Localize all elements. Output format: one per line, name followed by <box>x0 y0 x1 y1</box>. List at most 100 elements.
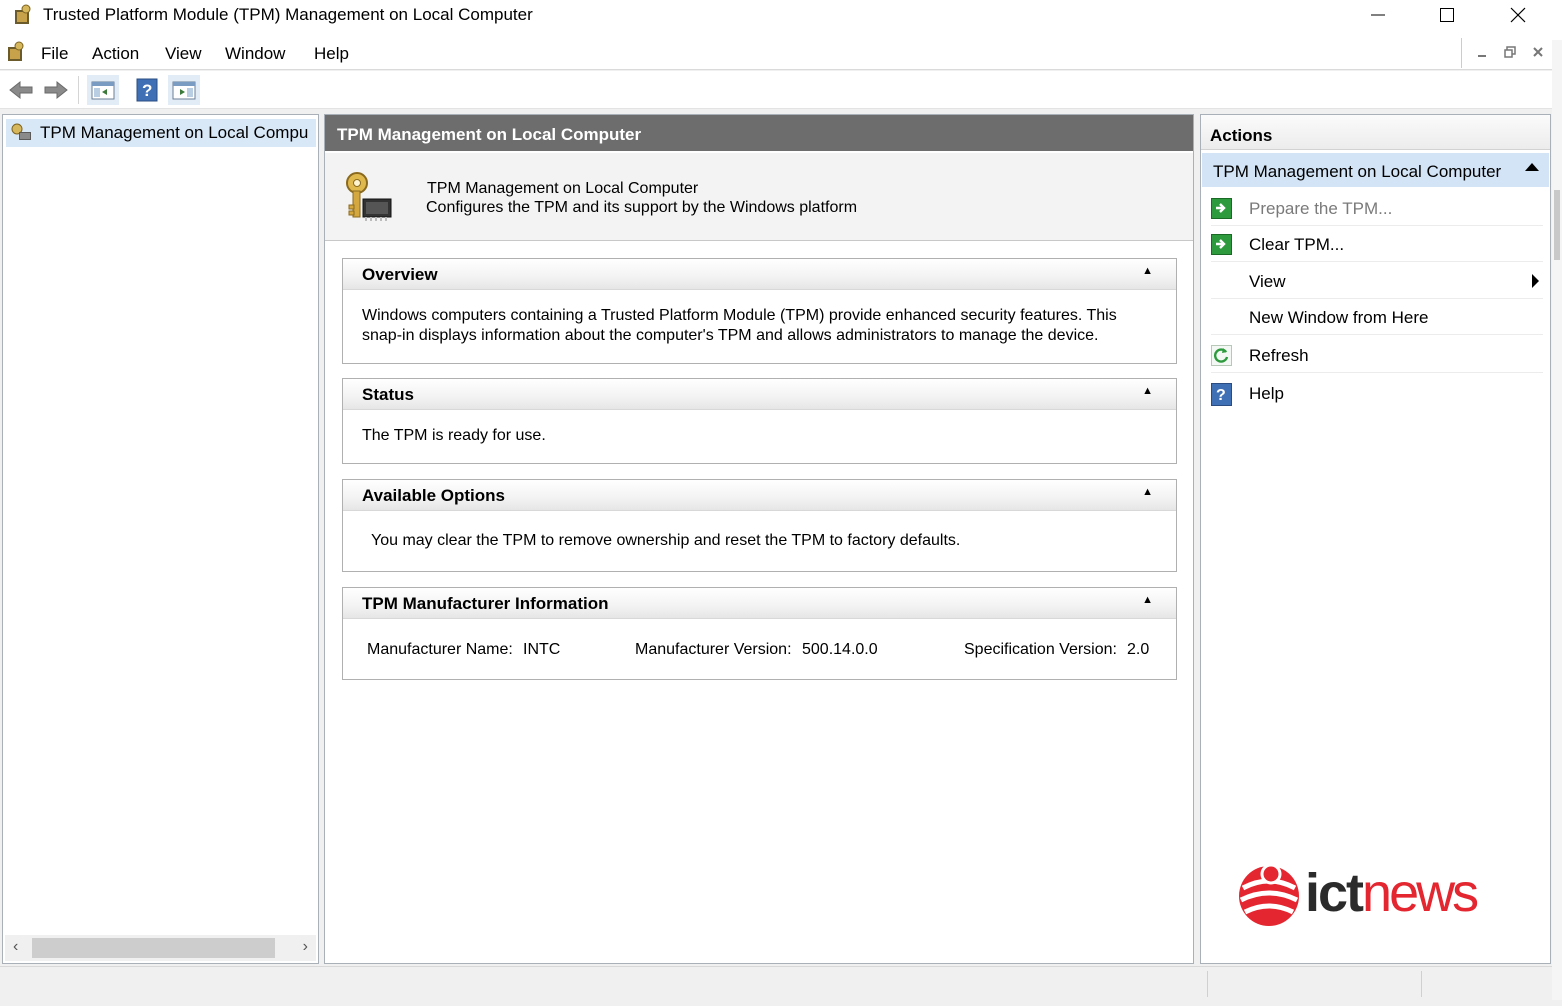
menu-file[interactable]: File <box>41 44 68 64</box>
maximize-button[interactable] <box>1412 0 1482 30</box>
maximize-icon <box>1440 8 1454 22</box>
show-hide-action-pane-icon <box>172 81 196 100</box>
restore-icon <box>1504 46 1516 58</box>
show-hide-tree-button[interactable] <box>87 75 119 105</box>
overview-body: Windows computers containing a Trusted P… <box>343 290 1176 363</box>
action-help[interactable]: ? Help <box>1211 375 1543 411</box>
back-arrow-icon <box>9 80 33 100</box>
intro-title: TPM Management on Local Computer <box>427 180 699 197</box>
overview-title: Overview <box>362 265 438 284</box>
actions-group-label: TPM Management on Local Computer <box>1213 162 1502 181</box>
collapse-icon[interactable]: ▲ <box>1142 385 1153 397</box>
mdi-restore-button[interactable] <box>1496 38 1524 66</box>
specification-version-value: 2.0 <box>1127 641 1150 658</box>
overview-line-1: Windows computers containing a Trusted P… <box>362 307 1117 324</box>
tpm-key-icon <box>15 4 31 24</box>
manufacturer-title: TPM Manufacturer Information <box>362 594 609 613</box>
available-options-section: Available Options ▲ You may clear the TP… <box>342 479 1177 572</box>
manufacturer-name-label: Manufacturer Name: <box>367 641 513 658</box>
collapse-icon[interactable]: ▲ <box>1142 486 1153 498</box>
collapse-icon[interactable]: ▲ <box>1142 594 1153 606</box>
ictnews-wordmark: ictnews <box>1305 862 1479 924</box>
action-new-window[interactable]: New Window from Here <box>1211 299 1543 335</box>
mdi-close-button[interactable] <box>1524 38 1552 66</box>
collapse-icon[interactable]: ▲ <box>1142 265 1153 277</box>
manufacturer-section: TPM Manufacturer Information ▲ Manufactu… <box>342 587 1177 680</box>
overview-header[interactable]: Overview ▲ <box>343 259 1176 290</box>
refresh-icon <box>1211 345 1232 366</box>
tree-item-tpm-management[interactable]: TPM Management on Local Compu <box>6 119 316 147</box>
status-header[interactable]: Status ▲ <box>343 379 1176 410</box>
window-title: Trusted Platform Module (TPM) Management… <box>43 5 533 24</box>
results-pane: TPM Management on Local Computer TPM Man… <box>324 114 1194 964</box>
action-label: Prepare the TPM... <box>1249 199 1393 218</box>
run-action-icon <box>1211 234 1232 255</box>
scrollbar-thumb[interactable] <box>1554 190 1560 260</box>
horizontal-scrollbar[interactable]: ‹ › <box>5 935 316 961</box>
status-title: Status <box>362 385 414 404</box>
snapin-intro: TPM Management on Local Computer Configu… <box>325 153 1193 241</box>
manufacturer-version-value: 500.14.0.0 <box>802 641 878 658</box>
scroll-left-icon[interactable]: ‹ <box>13 938 18 956</box>
intro-description: Configures the TPM and its support by th… <box>426 199 858 216</box>
available-options-body: You may clear the TPM to remove ownershi… <box>343 511 1176 571</box>
toolbar-separator <box>78 76 79 104</box>
submenu-arrow-icon <box>1532 274 1539 288</box>
minimize-button[interactable] <box>1343 0 1413 30</box>
menu-window[interactable]: Window <box>225 44 285 64</box>
scrollbar-thumb[interactable] <box>32 938 275 958</box>
minimize-icon <box>1371 14 1385 16</box>
status-text: The TPM is ready for use. <box>362 427 546 444</box>
mdi-controls <box>1461 38 1552 68</box>
close-icon <box>1533 47 1543 57</box>
ictnews-watermark-logo: ictnews <box>1237 858 1499 930</box>
brand-news: news <box>1362 863 1479 923</box>
manufacturer-header[interactable]: TPM Manufacturer Information ▲ <box>343 588 1176 619</box>
console-icon[interactable] <box>5 41 27 63</box>
console-tree: TPM Management on Local Compu ‹ › <box>2 114 319 964</box>
mdi-minimize-button[interactable] <box>1468 38 1496 66</box>
title-bar: Trusted Platform Module (TPM) Management… <box>0 0 1562 32</box>
collapse-icon[interactable] <box>1525 163 1539 171</box>
run-action-icon <box>1211 198 1232 219</box>
menu-view[interactable]: View <box>165 44 202 64</box>
menu-action[interactable]: Action <box>92 44 139 64</box>
vertical-scrollbar[interactable] <box>1552 40 1562 1000</box>
available-options-text: You may clear the TPM to remove ownershi… <box>371 532 961 549</box>
close-icon <box>1510 7 1526 23</box>
help-button[interactable]: ? <box>131 75 163 105</box>
back-button[interactable] <box>5 75 37 105</box>
help-icon: ? <box>1211 383 1232 406</box>
ictnews-globe-icon <box>1239 863 1299 926</box>
actions-pane: Actions TPM Management on Local Computer… <box>1200 114 1551 964</box>
toolbar: ? <box>0 71 1562 109</box>
menu-bar: File Action View Window Help <box>0 32 1562 70</box>
minimize-icon <box>1478 55 1486 57</box>
action-label: Clear TPM... <box>1249 235 1345 254</box>
action-view[interactable]: View <box>1211 263 1543 299</box>
results-header: TPM Management on Local Computer <box>325 115 1193 151</box>
specification-version-label: Specification Version: <box>964 641 1117 658</box>
brand-ict: ict <box>1305 863 1364 923</box>
close-button[interactable] <box>1483 0 1553 30</box>
actions-header: Actions <box>1201 115 1550 150</box>
forward-button[interactable] <box>40 75 72 105</box>
action-refresh[interactable]: Refresh <box>1211 337 1543 373</box>
available-options-title: Available Options <box>362 486 505 505</box>
status-bar <box>0 966 1552 1000</box>
svg-text:?: ? <box>142 81 152 100</box>
menu-help[interactable]: Help <box>314 44 349 64</box>
forward-arrow-icon <box>44 80 68 100</box>
show-hide-action-pane-button[interactable] <box>168 75 200 105</box>
action-label: Refresh <box>1249 346 1309 365</box>
tpm-key-icon <box>11 123 31 140</box>
help-icon: ? <box>136 78 158 102</box>
action-clear-tpm[interactable]: Clear TPM... <box>1211 226 1543 262</box>
available-options-header[interactable]: Available Options ▲ <box>343 480 1176 511</box>
actions-group-header[interactable]: TPM Management on Local Computer <box>1202 153 1549 187</box>
overview-section: Overview ▲ Windows computers containing … <box>342 258 1177 364</box>
action-prepare-tpm[interactable]: Prepare the TPM... <box>1211 190 1543 226</box>
status-divider <box>1421 971 1422 997</box>
action-label: New Window from Here <box>1249 308 1429 327</box>
scroll-right-icon[interactable]: › <box>303 938 308 956</box>
